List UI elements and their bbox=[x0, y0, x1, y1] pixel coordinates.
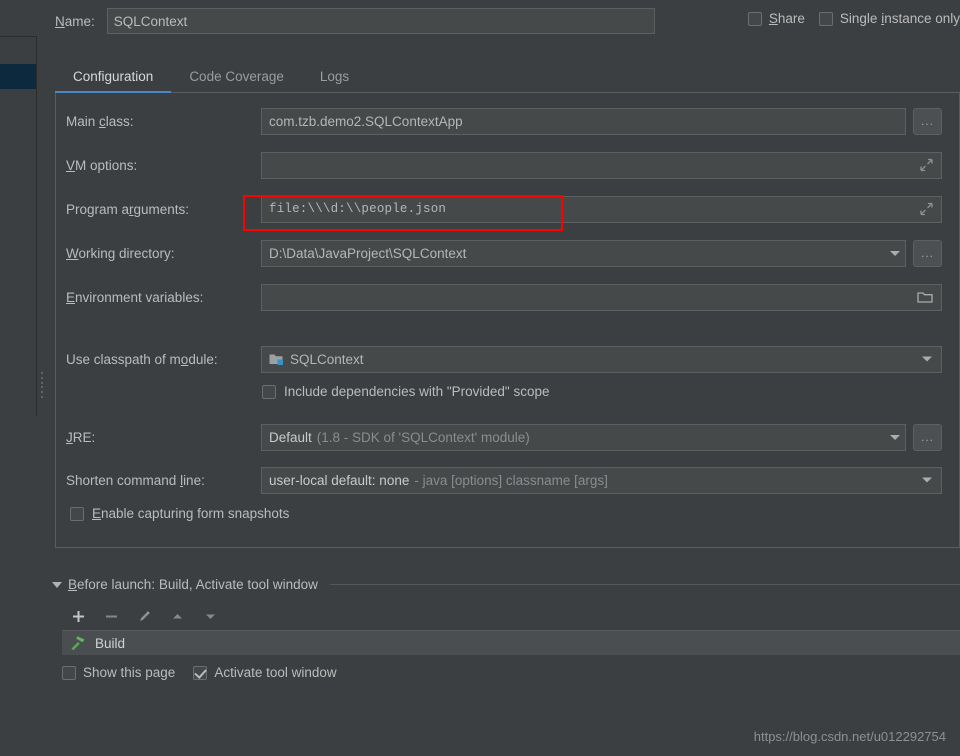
enable-form-snapshots-checkbox[interactable]: Enable capturing form snapshots bbox=[70, 506, 289, 521]
folder-icon[interactable] bbox=[917, 291, 933, 304]
program-arguments-value: file:\\\d:\\people.json bbox=[269, 202, 447, 216]
build-item-label: Build bbox=[95, 635, 126, 651]
before-launch-header[interactable]: Before launch: Build, Activate tool wind… bbox=[52, 577, 960, 592]
name-label: Name: bbox=[55, 13, 95, 29]
before-launch-title: Before launch: Build, Activate tool wind… bbox=[68, 577, 318, 592]
tab-bar: Configuration Code Coverage Logs bbox=[55, 60, 960, 93]
row-environment-variables: Environment variables: bbox=[56, 283, 960, 311]
before-launch-separator bbox=[329, 584, 960, 585]
shorten-command-line-value-secondary: - java [options] classname [args] bbox=[414, 472, 608, 488]
configurations-tree-panel[interactable] bbox=[0, 36, 37, 416]
add-button[interactable] bbox=[62, 604, 95, 628]
include-provided-checkbox-box[interactable] bbox=[262, 384, 276, 399]
main-class-browse-button[interactable]: ... bbox=[913, 107, 942, 135]
move-up-button[interactable] bbox=[161, 604, 194, 628]
single-instance-only-checkbox[interactable]: Single instance only bbox=[818, 11, 960, 26]
before-launch-item-build[interactable]: Build bbox=[62, 630, 960, 655]
configuration-form-panel: Main class: com.tzb.demo2.SQLContextApp … bbox=[55, 93, 960, 548]
enable-form-snapshots-label: Enable capturing form snapshots bbox=[92, 506, 290, 521]
show-this-page-checkbox-box[interactable] bbox=[62, 665, 76, 680]
show-this-page-checkbox[interactable]: Show this page bbox=[62, 665, 175, 680]
environment-variables-input[interactable] bbox=[261, 283, 942, 311]
program-arguments-input[interactable]: file:\\\d:\\people.json bbox=[261, 195, 942, 223]
expand-icon[interactable] bbox=[920, 158, 933, 172]
main-class-input[interactable]: com.tzb.demo2.SQLContextApp bbox=[261, 107, 906, 135]
share-checkbox[interactable]: Share bbox=[747, 11, 805, 26]
row-shorten-command-line: Shorten command line: user-local default… bbox=[56, 466, 960, 494]
jre-browse-button[interactable]: ... bbox=[913, 423, 942, 451]
working-directory-dropdown-arrow[interactable] bbox=[885, 239, 906, 267]
move-down-button[interactable] bbox=[194, 604, 227, 628]
vm-options-input[interactable] bbox=[261, 151, 942, 179]
jre-value-secondary: (1.8 - SDK of 'SQLContext' module) bbox=[316, 429, 530, 445]
program-arguments-label: Program arguments: bbox=[66, 201, 190, 217]
row-working-directory: Working directory: D:\Data\JavaProject\S… bbox=[56, 239, 960, 267]
include-provided-scope-checkbox[interactable]: Include dependencies with "Provided" sco… bbox=[262, 384, 550, 399]
jre-label: JRE: bbox=[66, 429, 96, 445]
working-directory-label: Working directory: bbox=[66, 245, 175, 261]
use-classpath-of-module-combo[interactable]: SQLContext bbox=[261, 345, 942, 373]
share-label: Share bbox=[768, 11, 805, 26]
activate-tool-window-label: Activate tool window bbox=[214, 665, 337, 680]
working-directory-browse-button[interactable]: ... bbox=[913, 239, 942, 267]
before-launch-options: Show this page Activate tool window bbox=[62, 665, 337, 680]
share-checkbox-box[interactable] bbox=[747, 11, 762, 26]
show-this-page-label: Show this page bbox=[83, 665, 176, 680]
module-icon bbox=[269, 354, 283, 365]
row-jre: JRE: Default (1.8 - SDK of 'SQLContext' … bbox=[56, 423, 960, 451]
use-classpath-of-module-value: SQLContext bbox=[290, 351, 364, 367]
use-classpath-of-module-label: Use classpath of module: bbox=[66, 351, 218, 367]
row-program-arguments: Program arguments: file:\\\d:\\people.js… bbox=[56, 195, 960, 223]
shorten-command-line-label: Shorten command line: bbox=[66, 472, 205, 488]
include-provided-label: Include dependencies with "Provided" sco… bbox=[284, 384, 550, 399]
row-use-classpath-of-module: Use classpath of module: SQLContext bbox=[56, 345, 960, 373]
enable-form-snapshots-checkbox-box[interactable] bbox=[70, 506, 84, 521]
row-main-class: Main class: com.tzb.demo2.SQLContextApp … bbox=[56, 107, 960, 135]
working-directory-input[interactable]: D:\Data\JavaProject\SQLContext bbox=[261, 239, 885, 267]
jre-value-primary: Default bbox=[269, 429, 312, 445]
remove-button[interactable] bbox=[95, 604, 128, 628]
tab-logs[interactable]: Logs bbox=[302, 69, 367, 92]
activate-tool-window-checkbox[interactable]: Activate tool window bbox=[193, 665, 337, 680]
left-rail bbox=[0, 0, 43, 756]
activate-tool-window-checkbox-box[interactable] bbox=[193, 665, 208, 680]
collapse-triangle-icon[interactable] bbox=[52, 581, 62, 588]
row-vm-options: VM options: bbox=[56, 151, 960, 179]
header-checkboxes: Share Single instance only bbox=[747, 11, 960, 26]
hammer-icon bbox=[71, 636, 85, 651]
single-instance-label: Single instance only bbox=[839, 11, 960, 26]
jre-dropdown-arrow[interactable] bbox=[885, 423, 906, 451]
edit-button[interactable] bbox=[128, 604, 161, 628]
name-input[interactable] bbox=[106, 8, 655, 34]
chevron-down-icon[interactable] bbox=[922, 356, 932, 362]
before-launch-toolbar bbox=[62, 604, 227, 628]
chevron-down-icon[interactable] bbox=[922, 477, 932, 483]
shorten-command-line-combo[interactable]: user-local default: none - java [options… bbox=[261, 466, 942, 494]
single-instance-checkbox-box[interactable] bbox=[818, 11, 833, 26]
shorten-command-line-value-primary: user-local default: none bbox=[269, 472, 410, 488]
jre-combo[interactable]: Default (1.8 - SDK of 'SQLContext' modul… bbox=[261, 423, 885, 451]
expand-icon[interactable] bbox=[920, 202, 933, 216]
tab-configuration[interactable]: Configuration bbox=[55, 69, 172, 93]
vm-options-label: VM options: bbox=[66, 157, 138, 173]
environment-variables-label: Environment variables: bbox=[66, 289, 204, 305]
tab-code-coverage[interactable]: Code Coverage bbox=[171, 69, 302, 92]
main-class-label: Main class: bbox=[66, 113, 134, 129]
name-row: Name: bbox=[55, 8, 655, 34]
splitter-handle[interactable] bbox=[39, 372, 44, 398]
tree-selected-item[interactable] bbox=[0, 64, 36, 89]
watermark: https://blog.csdn.net/u012292754 bbox=[753, 729, 946, 744]
